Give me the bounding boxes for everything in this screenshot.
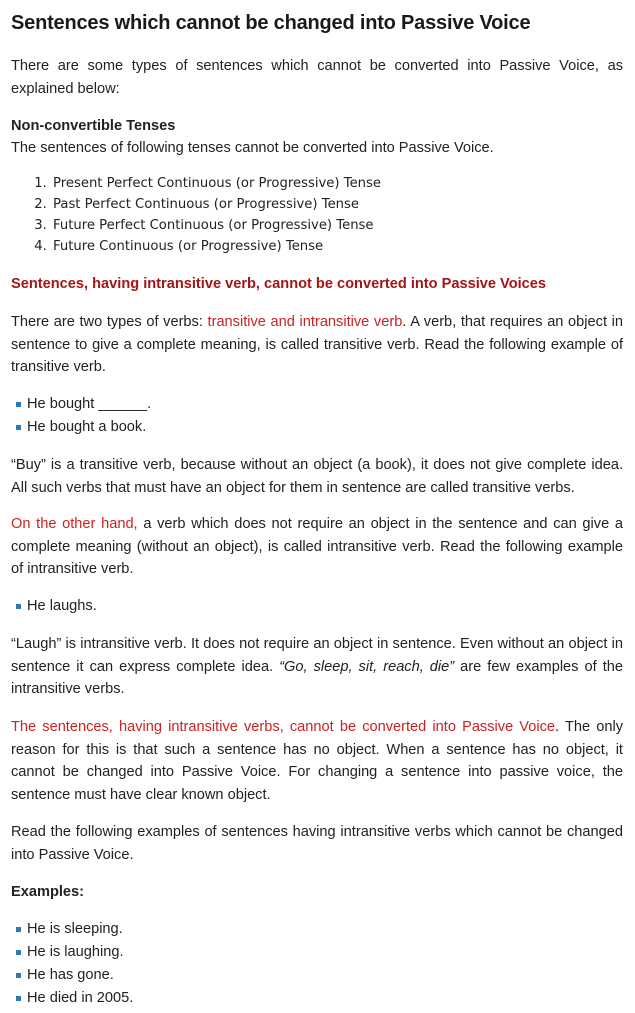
list-item: Future Continuous (or Progressive) Tense	[51, 236, 623, 257]
list-item: He is laughing.	[16, 941, 623, 964]
buy-paragraph: “Buy” is a transitive verb, because with…	[11, 457, 623, 496]
list-item: He has gone.	[16, 964, 623, 987]
list-item: Past Perfect Continuous (or Progressive)…	[51, 194, 623, 215]
list-item: He died in 2005.	[16, 987, 623, 1010]
cannot-convert-paragraph: The sentences, having intransitive verbs…	[11, 719, 623, 803]
list-item: He bought ______.	[16, 393, 623, 416]
examples-list: He is sleeping. He is laughing. He has g…	[11, 918, 623, 1010]
transitive-intransitive-link[interactable]: transitive and intransitive verb	[208, 314, 403, 330]
list-item: He is sleeping.	[16, 918, 623, 941]
list-item: He laughs.	[16, 595, 623, 618]
intransitive-example-list: He laughs.	[11, 595, 623, 618]
page-title: Sentences which cannot be changed into P…	[11, 12, 531, 34]
intro-paragraph: There are some types of sentences which …	[11, 58, 623, 97]
laugh-paragraph: “Laugh” is intransitive verb. It does no…	[11, 636, 623, 697]
other-hand-paragraph: On the other hand, a verb which does not…	[11, 516, 623, 577]
verb-examples-italic: “Go, sleep, sit, reach, die”	[279, 658, 455, 675]
read-examples-paragraph: Read the following examples of sentences…	[11, 824, 623, 863]
tense-list: Present Perfect Continuous (or Progressi…	[11, 173, 623, 257]
non-convertible-text: The sentences of following tenses cannot…	[11, 140, 494, 156]
list-item: He bought a book.	[16, 416, 623, 439]
examples-heading: Examples:	[11, 884, 85, 900]
cannot-convert-highlight: The sentences, having intransitive verbs…	[11, 719, 556, 735]
list-item: Present Perfect Continuous (or Progressi…	[51, 173, 623, 194]
transitive-example-list: He bought ______. He bought a book.	[11, 393, 623, 439]
list-item: Future Perfect Continuous (or Progressiv…	[51, 215, 623, 236]
other-hand-highlight: On the other hand,	[11, 516, 138, 532]
non-convertible-heading: Non-convertible Tenses	[11, 118, 176, 134]
verbs-paragraph: There are two types of verbs: transitive…	[11, 314, 623, 375]
intransitive-heading: Sentences, having intransitive verb, can…	[11, 276, 547, 292]
